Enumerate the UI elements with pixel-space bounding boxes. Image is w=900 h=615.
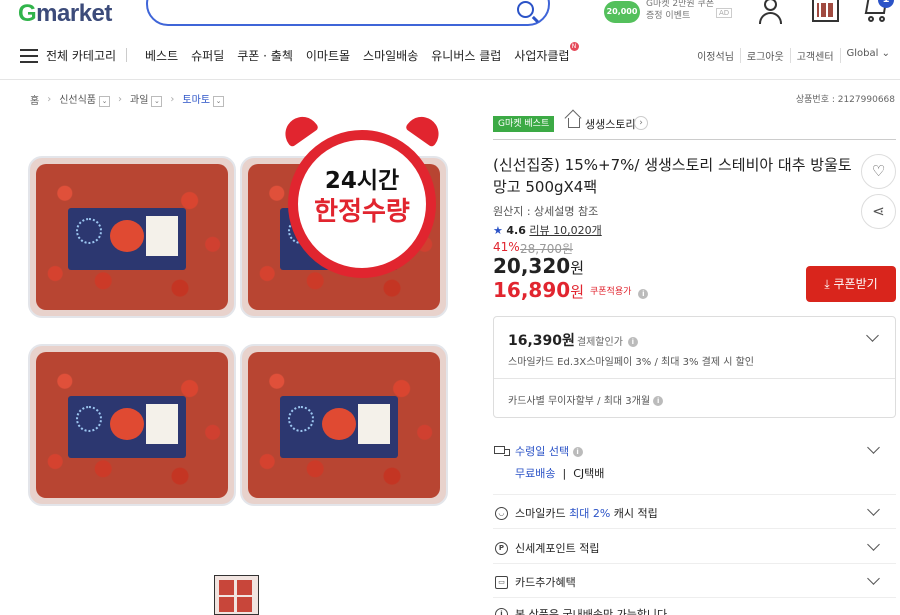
gmarket-logo[interactable]: Gmarket (18, 0, 112, 28)
smile-icon: ◡ (495, 507, 508, 520)
store-home-icon (568, 118, 580, 128)
rating-score: 4.6 (506, 224, 526, 237)
chevron-down-icon[interactable]: ⌄ (213, 96, 225, 107)
main-nav: 전체 카테고리 베스트 슈퍼딜 쿠폰 · 출첵 이마트몰 스마일배송 유니버스 … (0, 36, 900, 80)
origin-info: 원산지 : 상세설명 참조 (493, 205, 599, 218)
promo-coin: 20,000 (604, 1, 640, 23)
discount-percent: 41% (493, 240, 520, 254)
info-icon[interactable]: i (572, 447, 583, 457)
seller-name-link[interactable]: 생생스토리 (585, 116, 636, 132)
product-number: 상품번호 : 2127990668 (795, 95, 895, 105)
share-icon[interactable]: ⋖ (861, 194, 896, 229)
product-title: (신선집중) 15%+7%/ 생생스토리 스테비아 대추 방울토망고 500gX… (493, 156, 852, 196)
top-header: Gmarket 20,000 G마켓 2만원 쿠폰증정 이벤트 AD 1 (0, 0, 900, 36)
chevron-down-icon[interactable] (867, 538, 880, 551)
customer-center-link[interactable]: 고객센터 (789, 48, 840, 63)
chevron-down-icon[interactable]: ⌄ (151, 96, 163, 107)
utility-links: 이정석님 로그아웃 고객센터 Global ⌄ (691, 48, 896, 63)
free-shipping-label: 무료배송 (515, 467, 556, 480)
recent-items-icon[interactable] (812, 0, 839, 22)
info-icon[interactable]: i (638, 289, 649, 299)
coupon-price: 16,890원 쿠폰적용가 i (493, 278, 649, 302)
gmarket-best-badge: G마켓 베스트 (493, 116, 555, 132)
chevron-down-icon[interactable]: ⌄ (99, 96, 111, 107)
cart-icon[interactable]: 1 (864, 0, 894, 24)
breadcrumb-fresh-food[interactable]: 신선식품 ⌄ (59, 91, 111, 107)
installment-info: 카드사별 무이자할부 / 최대 3개월 i (508, 392, 664, 407)
payment-discount-box[interactable]: 16,390원 결제할인가 i 스마일카드 Ed.3X스마일페이 3% / 최대 … (493, 316, 896, 418)
rating: ★ 4.6 리뷰 10,020개 (493, 222, 602, 238)
nav-item-smile-delivery[interactable]: 스마일배송 (363, 47, 418, 64)
nav-item-emart[interactable]: 이마트몰 (306, 47, 350, 64)
divider (126, 48, 127, 62)
payment-discount-detail: 스마일카드 Ed.3X스마일페이 3% / 최대 3% 결제 시 할인 (508, 357, 754, 368)
alarm-bell-icon (404, 110, 446, 148)
review-count-link[interactable]: 리뷰 10,020개 (529, 224, 601, 237)
download-icon: ⤓ (824, 277, 830, 291)
breadcrumb: 홈 › 신선식품 ⌄ › 과일 ⌄ › 토마토 ⌄ (30, 91, 225, 107)
truck-icon (494, 446, 510, 456)
info-circle-icon: i (495, 608, 508, 615)
search-input[interactable] (146, 0, 550, 26)
chevron-down-icon[interactable] (867, 441, 880, 454)
point-icon: P (495, 542, 508, 555)
breadcrumb-tomato[interactable]: 토마토 ⌄ (182, 91, 225, 107)
tomato-pack-image (28, 156, 236, 318)
card-icon: ▭ (495, 576, 508, 589)
nav-item-coupon[interactable]: 쿠폰 · 출첵 (237, 47, 293, 64)
chevron-right-icon[interactable]: › (634, 116, 648, 130)
alarm-bell-icon (278, 110, 320, 148)
ad-label: AD (716, 8, 733, 18)
nav-item-business-club[interactable]: 사업자클럽 N (514, 42, 579, 64)
payment-discount-price: 16,390원 결제할인가 i (508, 330, 638, 350)
promo-banner[interactable]: 20,000 G마켓 2만원 쿠폰 증정 이벤트 AD (604, 0, 733, 26)
search-icon[interactable] (517, 1, 534, 18)
nav-menu: 베스트 슈퍼딜 쿠폰 · 출첵 이마트몰 스마일배송 유니버스 클럽 사업자클럽… (145, 42, 579, 64)
global-link[interactable]: Global ⌄ (839, 48, 896, 63)
product-main-image[interactable]: 24시간 한정수량 (18, 110, 463, 522)
heart-icon[interactable]: ♡ (861, 154, 896, 189)
nav-item-best[interactable]: 베스트 (145, 47, 178, 64)
breadcrumb-fruit[interactable]: 과일 ⌄ (130, 91, 163, 107)
courier-label: CJ택배 (573, 467, 605, 480)
new-badge: N (569, 42, 579, 51)
chevron-down-icon[interactable] (866, 329, 879, 342)
nav-item-universe-club[interactable]: 유니버스 클럽 (431, 47, 501, 64)
logout-link[interactable]: 로그아웃 (739, 48, 790, 63)
breadcrumb-home[interactable]: 홈 (30, 92, 39, 107)
seller-bar: G마켓 베스트 생생스토리 › (493, 116, 896, 140)
chevron-down-icon[interactable] (867, 572, 880, 585)
tomato-pack-image (240, 344, 448, 506)
all-categories-link[interactable]: 전체 카테고리 (46, 47, 116, 64)
star-icon: ★ (493, 224, 503, 237)
user-icon[interactable] (758, 0, 784, 24)
menu-icon[interactable] (20, 49, 38, 63)
nav-item-superdeal[interactable]: 슈퍼딜 (191, 47, 224, 64)
limited-time-badge: 24시간 한정수량 (278, 110, 446, 278)
info-icon[interactable]: i (653, 396, 664, 406)
sale-price: 20,320원 (493, 254, 584, 278)
chevron-down-icon[interactable] (867, 503, 880, 516)
user-name-link[interactable]: 이정석님 (691, 48, 740, 63)
tomato-pack-image (28, 344, 236, 506)
product-thumbnail[interactable] (214, 575, 259, 615)
get-coupon-button[interactable]: ⤓ 쿠폰받기 (806, 266, 896, 302)
info-icon[interactable]: i (627, 337, 638, 347)
